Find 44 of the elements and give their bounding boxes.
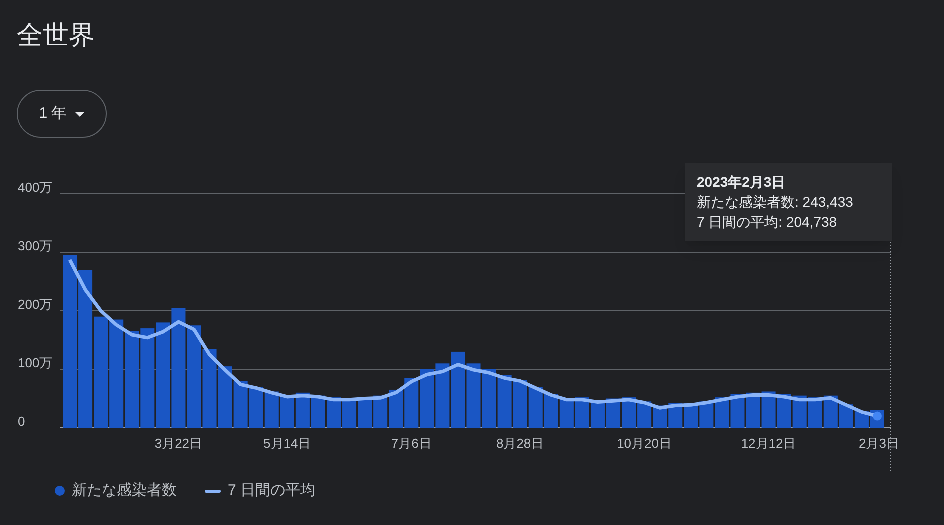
bar — [264, 392, 279, 428]
bar — [839, 404, 854, 428]
y-axis-label: 200万 — [18, 297, 53, 312]
y-axis-label: 300万 — [18, 238, 53, 254]
legend-label: 新たな感染者数 — [72, 481, 177, 501]
bar — [528, 387, 543, 428]
y-axis-label: 100万 — [18, 356, 53, 370]
bar — [420, 370, 434, 428]
bar — [389, 390, 404, 428]
legend-line — [205, 490, 221, 493]
bar — [404, 378, 419, 428]
x-axis-label: 10月20日 — [617, 436, 672, 451]
bar — [513, 380, 528, 428]
bar — [311, 396, 326, 428]
tooltip-value: 新たな感染者数: 243,433 — [697, 193, 854, 212]
x-axis-label: 2月3日 — [859, 436, 900, 451]
x-axis-label: 7月6日 — [391, 436, 432, 451]
tooltip-value: 7 日間の平均: 204,738 — [697, 213, 838, 232]
bar — [498, 375, 512, 428]
y-axis-label: 0 — [18, 414, 26, 429]
bar — [792, 396, 807, 428]
range-dropdown[interactable]: 1 年 — [17, 90, 107, 138]
bar — [234, 381, 248, 428]
x-axis-label: 5月14日 — [264, 436, 312, 451]
bar — [280, 396, 294, 428]
bar — [482, 370, 496, 428]
bar — [560, 398, 574, 428]
bar — [436, 364, 450, 428]
tooltip-date: 2023年2月3日 — [697, 173, 787, 192]
page-title: 全世界 — [17, 19, 95, 52]
highlight-point — [872, 412, 882, 421]
x-axis-label: 8月28日 — [496, 436, 544, 451]
bar — [218, 366, 232, 428]
bar — [762, 392, 776, 428]
y-axis-label: 400万 — [18, 180, 53, 195]
caret-icon — [74, 112, 85, 116]
bar — [249, 387, 264, 428]
bar — [466, 364, 481, 428]
x-axis-label: 12月12日 — [741, 436, 796, 451]
bar — [342, 398, 357, 428]
x-axis-label: 3月22日 — [154, 436, 203, 451]
bar — [544, 394, 558, 428]
bar — [590, 401, 605, 428]
legend-label: 7 日間の平均 — [228, 481, 316, 501]
